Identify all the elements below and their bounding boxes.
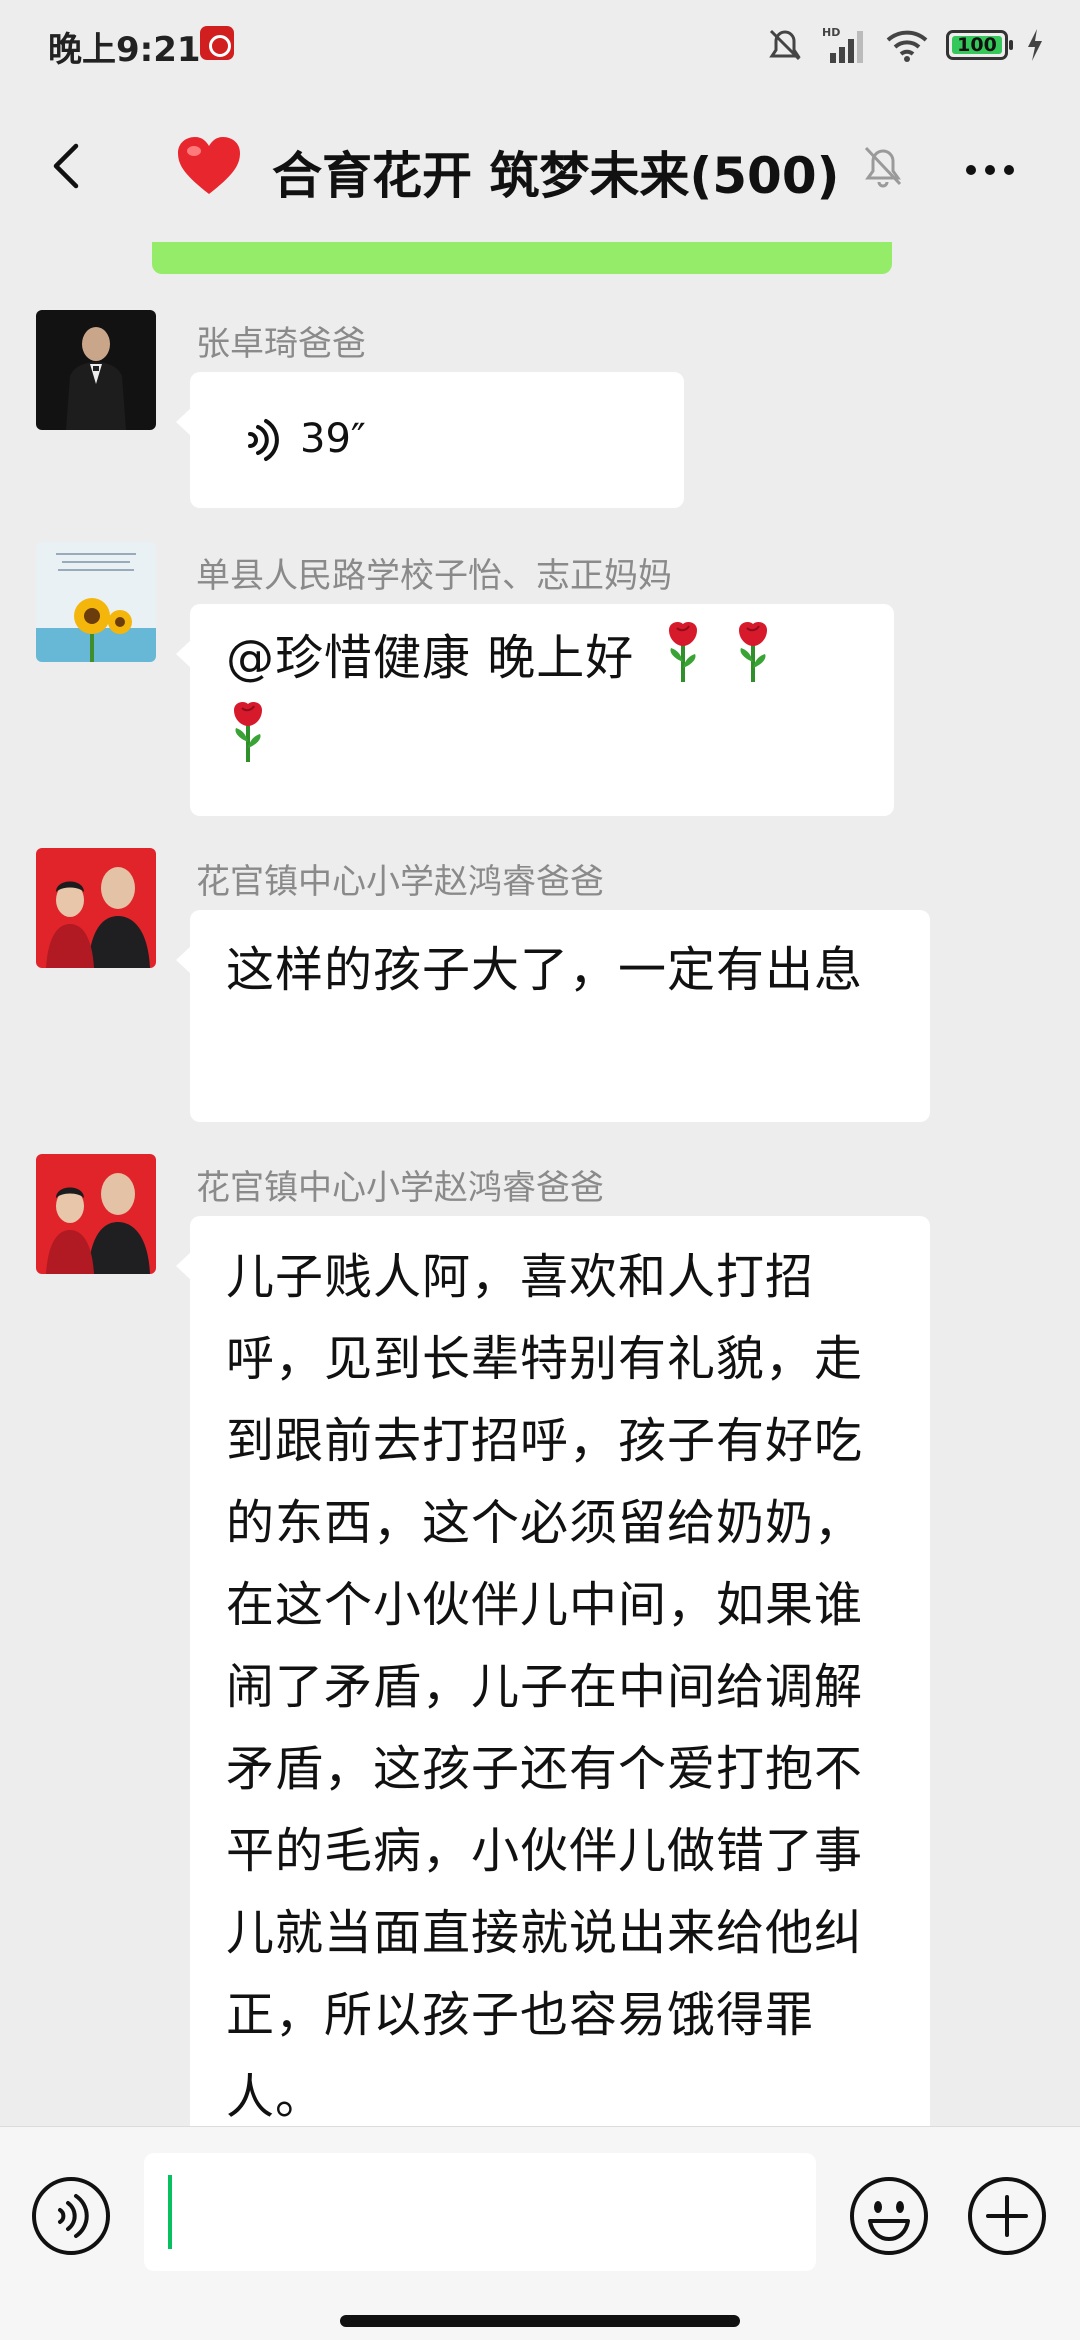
home-indicator[interactable]: [340, 2315, 740, 2327]
avatar[interactable]: [36, 848, 156, 968]
rose-icon: [668, 622, 697, 682]
mute-icon: [769, 29, 801, 61]
plus-icon[interactable]: [966, 2175, 1048, 2257]
status-bar: 晚上9:21 HD 100: [0, 0, 1080, 92]
sender-name: 花官镇中心小学赵鸿睿爸爸: [196, 1168, 604, 1208]
battery-icon: 100: [946, 30, 1013, 60]
red-heart-icon: [178, 137, 240, 194]
hd-signal-icon: HD: [822, 26, 863, 63]
voice-wave-icon: [248, 419, 279, 461]
avatar[interactable]: [36, 310, 156, 430]
input-bar: [0, 2126, 1080, 2340]
status-icons: HD 100: [766, 20, 1044, 70]
text-message-bubble[interactable]: 这样的孩子大了，一定有出息: [176, 910, 930, 1122]
app-notification-icon: [200, 26, 234, 60]
rose-icon: [738, 622, 767, 682]
more-options-icon[interactable]: [966, 160, 1026, 175]
hd-label: HD: [822, 26, 840, 39]
emoji-icon[interactable]: [848, 2175, 930, 2257]
chat-title: 合育花开 筑梦未来(500): [272, 147, 840, 205]
wifi-icon: [886, 30, 928, 62]
chat-screen: 晚上9:21 HD 100 合育花开 筑梦未来(500) 张卓琦爸爸 39″ 单…: [0, 0, 1080, 2340]
voice-input-icon[interactable]: [30, 2175, 112, 2257]
rose-icon: [234, 702, 262, 762]
message-list[interactable]: 张卓琦爸爸 39″ 单县人民路学校子怡、志正妈妈 @珍惜健康 晚上好 花官镇中心…: [0, 242, 1080, 2126]
text-cursor: [168, 2175, 172, 2249]
avatar[interactable]: [36, 542, 156, 662]
sender-name: 花官镇中心小学赵鸿睿爸爸: [196, 862, 604, 902]
back-arrow-icon[interactable]: [44, 142, 92, 190]
voice-duration: 39″: [300, 416, 366, 462]
message-text: @珍惜健康 晚上好: [226, 630, 635, 686]
text-message-bubble[interactable]: @珍惜健康 晚上好: [176, 604, 894, 816]
bell-muted-icon: [864, 146, 902, 188]
status-time: 晚上9:21: [48, 30, 201, 70]
own-message-bubble[interactable]: [152, 242, 892, 274]
sender-name: 张卓琦爸爸: [196, 324, 366, 364]
message-input[interactable]: [144, 2153, 816, 2271]
avatar[interactable]: [36, 1154, 156, 1274]
message-text: 儿子贱人阿，喜欢和人打招呼，见到长辈特别有礼貌，走到跟前去打招呼，孩子有好吃的东…: [226, 1249, 864, 2125]
charging-icon: [1028, 29, 1042, 61]
voice-message-bubble[interactable]: 39″: [176, 372, 684, 508]
text-message-bubble[interactable]: 儿子贱人阿，喜欢和人打招呼，见到长辈特别有礼貌，走到跟前去打招呼，孩子有好吃的东…: [176, 1216, 930, 2126]
chat-header: 合育花开 筑梦未来(500): [0, 92, 1080, 242]
sender-name: 单县人民路学校子怡、志正妈妈: [196, 556, 672, 596]
message-text: 这样的孩子大了，一定有出息: [226, 942, 864, 998]
battery-level: 100: [957, 34, 997, 56]
